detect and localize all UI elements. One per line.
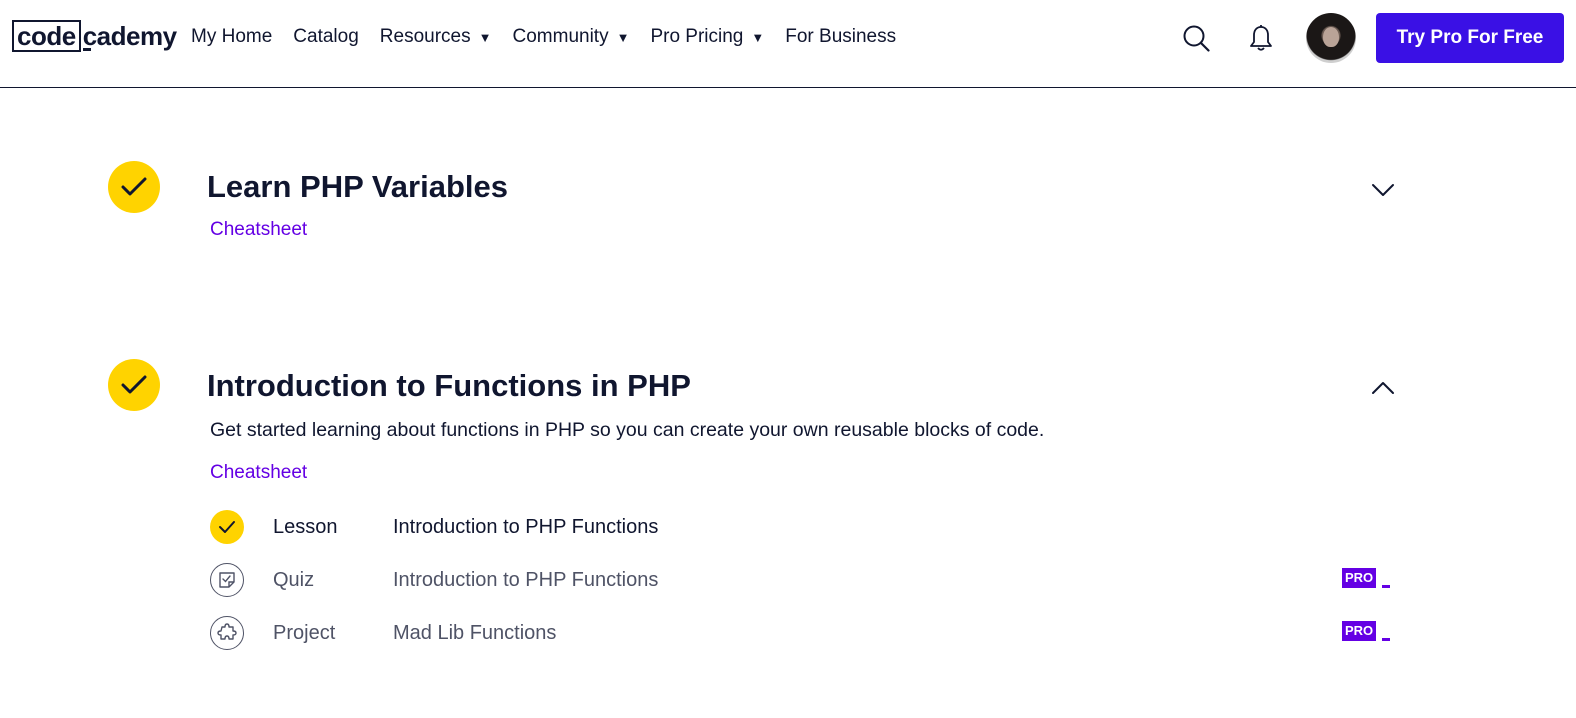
caret-down-icon: ▼ [616,29,630,45]
nav-my-home[interactable]: My Home [191,26,272,48]
top-nav-bar: code cademy My Home Catalog Resources ▼ C… [0,0,1576,88]
search-icon[interactable] [1182,24,1210,52]
content-item-row[interactable]: Quiz Introduction to PHP Functions PRO [210,562,1390,598]
content-item-row[interactable]: Lesson Introduction to PHP Functions [210,509,1390,545]
cheatsheet-link[interactable]: Cheatsheet [210,462,307,484]
completed-check-icon [210,510,244,544]
nav-resources-label: Resources [379,26,471,47]
nav-my-home-label: My Home [191,26,273,47]
caret-down-icon: ▼ [478,29,492,45]
cheatsheet-link[interactable]: Cheatsheet [210,219,307,241]
bell-icon[interactable] [1248,24,1274,52]
main-nav: My Home Catalog Resources ▼ Community ▼ Pr… [191,26,917,48]
pro-badge: PRO [1342,621,1377,641]
quiz-icon [210,563,244,597]
pro-badge-underscore [1382,585,1390,588]
nav-pro-pricing-dropdown[interactable]: Pro Pricing ▼ [650,26,764,48]
module-title[interactable]: Learn PHP Variables [207,169,508,205]
item-name: Introduction to PHP Functions [393,568,659,591]
pro-badge: PRO [1342,568,1377,588]
completed-check-icon [108,359,160,411]
item-type: Quiz [273,568,315,591]
try-pro-button[interactable]: Try Pro For Free [1376,13,1564,63]
nav-resources-dropdown[interactable]: Resources ▼ [380,26,492,48]
codecademy-logo[interactable]: code cademy [12,20,177,52]
nav-for-business[interactable]: For Business [785,26,896,48]
nav-pro-pricing-label: Pro Pricing [650,26,744,47]
caret-down-icon: ▼ [751,29,765,45]
completed-check-icon [108,161,160,213]
item-name: Mad Lib Functions [393,621,557,644]
puzzle-piece-icon [210,616,244,650]
user-avatar[interactable] [1306,13,1356,63]
logo-code-part: code [12,20,81,52]
item-type: Project [273,621,336,644]
item-type: Lesson [273,515,338,538]
chevron-down-icon[interactable] [1370,182,1396,198]
logo-cademy-part: cademy [82,20,177,51]
nav-catalog-label: Catalog [293,26,359,47]
nav-community-dropdown[interactable]: Community ▼ [513,26,630,48]
nav-for-business-label: For Business [785,26,897,47]
item-name: Introduction to PHP Functions [393,515,659,538]
nav-community-label: Community [512,26,609,47]
nav-catalog[interactable]: Catalog [293,26,359,48]
content-item-row[interactable]: Project Mad Lib Functions PRO [210,615,1390,651]
module-title[interactable]: Introduction to Functions in PHP [207,368,691,404]
module-description: Get started learning about functions in … [210,419,1045,441]
chevron-up-icon[interactable] [1370,380,1396,396]
pro-badge-underscore [1382,638,1390,641]
